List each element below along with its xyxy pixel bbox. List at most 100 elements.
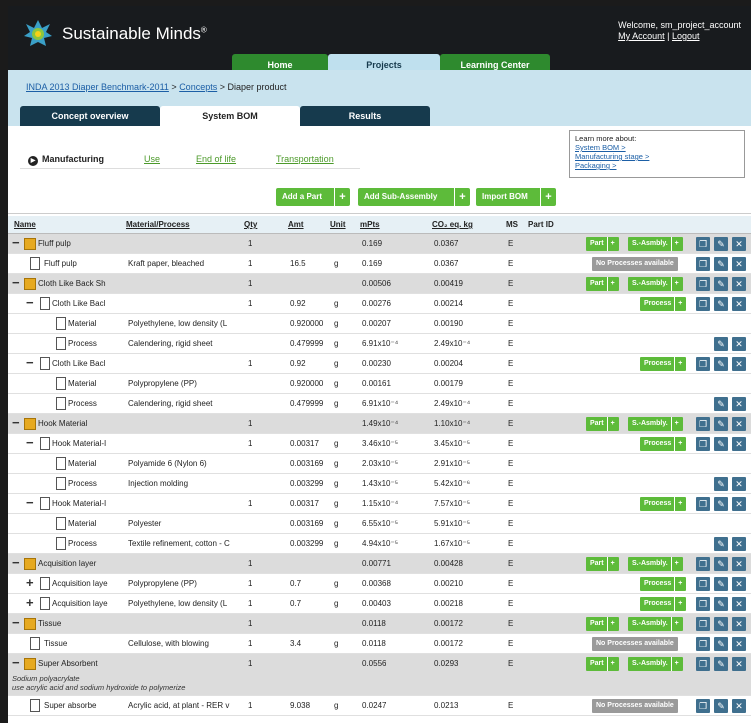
collapse-icon[interactable]: − <box>26 355 34 370</box>
copy-icon[interactable]: ❐ <box>696 557 710 571</box>
table-row[interactable]: Process Injection molding 0.003299 g 1.43x10… <box>8 474 751 494</box>
table-row[interactable]: − Cloth Like Back Sh 1 0.00506 0.00419 E Part +… <box>8 274 751 294</box>
table-row[interactable]: − Tissue 1 0.0118 0.00172 E Part + S.-Asmbly. + ❐ ✎… <box>8 614 751 634</box>
table-row[interactable]: Material Polyester 0.003169 g 6.55x10⁻⁵ 5.91x… <box>8 514 751 534</box>
copy-icon[interactable]: ❐ <box>696 597 710 611</box>
logout-link[interactable]: Logout <box>672 31 700 41</box>
table-row[interactable]: Process Calendering, rigid sheet 0.479999 g… <box>8 334 751 354</box>
delete-icon[interactable]: ✕ <box>732 417 746 431</box>
add-process-button[interactable]: Process + <box>640 597 687 611</box>
delete-icon[interactable]: ✕ <box>732 477 746 491</box>
edit-icon[interactable]: ✎ <box>714 577 728 591</box>
delete-icon[interactable]: ✕ <box>732 537 746 551</box>
copy-icon[interactable]: ❐ <box>696 617 710 631</box>
delete-icon[interactable]: ✕ <box>732 397 746 411</box>
table-row[interactable]: Material Polypropylene (PP) 0.920000 g 0.001… <box>8 374 751 394</box>
table-row[interactable]: − Hook Material-I 1 0.00317 g 3.46x10⁻⁵ 3.45x1… <box>8 434 751 454</box>
add-sub-assembly-row-button[interactable]: S.-Asmbly. + <box>628 557 683 571</box>
delete-icon[interactable]: ✕ <box>732 699 746 713</box>
add-part-row-button[interactable]: Part + <box>586 277 619 291</box>
delete-icon[interactable]: ✕ <box>732 597 746 611</box>
tab-concept-overview[interactable]: Concept overview <box>20 106 160 126</box>
add-sub-assembly-row-button[interactable]: S.-Asmbly. + <box>628 417 683 431</box>
add-sub-assembly-row-button[interactable]: S.-Asmbly. + <box>628 617 683 631</box>
edit-icon[interactable]: ✎ <box>714 337 728 351</box>
add-part-button[interactable]: Add a Part + <box>276 188 350 206</box>
add-part-row-button[interactable]: Part + <box>586 657 619 671</box>
add-sub-assembly-row-button[interactable]: S.-Asmbly. + <box>628 657 683 671</box>
collapse-icon[interactable]: − <box>26 435 34 450</box>
table-row[interactable]: Fluff pulp Kraft paper, bleached 1 16.5 g 0.1… <box>8 254 751 274</box>
expand-icon[interactable]: + <box>26 595 34 610</box>
delete-icon[interactable]: ✕ <box>732 617 746 631</box>
add-part-row-button[interactable]: Part + <box>586 417 619 431</box>
delete-icon[interactable]: ✕ <box>732 277 746 291</box>
table-row[interactable]: − Acquisition layer 1 0.00771 0.00428 E Part + S… <box>8 554 751 574</box>
edit-icon[interactable]: ✎ <box>714 637 728 651</box>
edit-icon[interactable]: ✎ <box>714 537 728 551</box>
col-co2[interactable]: CO₂ eq. kg <box>432 220 473 229</box>
add-process-button[interactable]: Process + <box>640 437 687 451</box>
col-name[interactable]: Name <box>14 220 36 229</box>
learn-manufacturing-link[interactable]: Manufacturing stage > <box>575 152 739 161</box>
table-row[interactable]: Tissue Cellulose, with blowing 1 3.4 g 0.0118… <box>8 634 751 654</box>
collapse-icon[interactable]: − <box>26 495 34 510</box>
collapse-icon[interactable]: − <box>12 275 20 290</box>
collapse-icon[interactable]: − <box>12 615 20 630</box>
add-part-row-button[interactable]: Part + <box>586 557 619 571</box>
col-material[interactable]: Material/Process <box>126 220 190 229</box>
add-part-row-button[interactable]: Part + <box>586 617 619 631</box>
edit-icon[interactable]: ✎ <box>714 597 728 611</box>
add-part-row-button[interactable]: Part + <box>586 237 619 251</box>
edit-icon[interactable]: ✎ <box>714 277 728 291</box>
add-process-button[interactable]: Process + <box>640 357 687 371</box>
table-row[interactable]: − Cloth Like Bacl 1 0.92 g 0.00276 0.00214 E Pro… <box>8 294 751 314</box>
learn-system-bom-link[interactable]: System BOM > <box>575 143 739 152</box>
edit-icon[interactable]: ✎ <box>714 257 728 271</box>
edit-icon[interactable]: ✎ <box>714 417 728 431</box>
tab-system-bom[interactable]: System BOM <box>160 106 300 126</box>
table-row[interactable]: − Hook Material-I 1 0.00317 g 1.15x10⁻⁴ 7.57x1… <box>8 494 751 514</box>
edit-icon[interactable]: ✎ <box>714 617 728 631</box>
delete-icon[interactable]: ✕ <box>732 357 746 371</box>
table-row[interactable]: + Acquisition laye Polypropylene (PP) 1 0.7 g… <box>8 574 751 594</box>
stage-tab-manufacturing[interactable]: ▶ Manufacturing <box>28 154 104 166</box>
collapse-icon[interactable]: − <box>12 555 20 570</box>
add-sub-assembly-row-button[interactable]: S.-Asmbly. + <box>628 277 683 291</box>
breadcrumb-concepts-link[interactable]: Concepts <box>179 82 217 92</box>
table-row[interactable]: − Hook Material 1 1.49x10⁻⁴ 1.10x10⁻⁴ E Part + S… <box>8 414 751 434</box>
col-unit[interactable]: Unit <box>330 220 346 229</box>
delete-icon[interactable]: ✕ <box>732 297 746 311</box>
copy-icon[interactable]: ❐ <box>696 357 710 371</box>
add-process-button[interactable]: Process + <box>640 297 687 311</box>
add-sub-assembly-row-button[interactable]: S.-Asmbly. + <box>628 237 683 251</box>
edit-icon[interactable]: ✎ <box>714 297 728 311</box>
import-bom-button[interactable]: Import BOM + <box>476 188 556 206</box>
edit-icon[interactable]: ✎ <box>714 477 728 491</box>
delete-icon[interactable]: ✕ <box>732 257 746 271</box>
copy-icon[interactable]: ❐ <box>696 257 710 271</box>
add-process-button[interactable]: Process + <box>640 577 687 591</box>
breadcrumb-project-link[interactable]: INDA 2013 Diaper Benchmark-2011 <box>26 82 169 92</box>
delete-icon[interactable]: ✕ <box>732 237 746 251</box>
table-row[interactable]: Material Polyethylene, low density (L 0.92… <box>8 314 751 334</box>
learn-packaging-link[interactable]: Packaging > <box>575 161 739 170</box>
collapse-icon[interactable]: − <box>26 295 34 310</box>
stage-tab-transportation[interactable]: Transportation <box>276 154 334 164</box>
copy-icon[interactable]: ❐ <box>696 437 710 451</box>
table-row[interactable]: Super absorbe Acrylic acid, at plant - RE… <box>8 696 751 716</box>
table-row[interactable]: − Cloth Like Bacl 1 0.92 g 0.00230 0.00204 E Pro… <box>8 354 751 374</box>
copy-icon[interactable]: ❐ <box>696 237 710 251</box>
delete-icon[interactable]: ✕ <box>732 337 746 351</box>
copy-icon[interactable]: ❐ <box>696 497 710 511</box>
stage-tab-end-of-life[interactable]: End of life <box>196 154 236 164</box>
edit-icon[interactable]: ✎ <box>714 699 728 713</box>
collapse-icon[interactable]: − <box>12 655 20 670</box>
my-account-link[interactable]: My Account <box>618 31 665 41</box>
copy-icon[interactable]: ❐ <box>696 637 710 651</box>
delete-icon[interactable]: ✕ <box>732 557 746 571</box>
copy-icon[interactable]: ❐ <box>696 699 710 713</box>
add-sub-assembly-button[interactable]: Add Sub-Assembly + <box>358 188 470 206</box>
table-row[interactable]: Process Calendering, rigid sheet 0.479999 g… <box>8 394 751 414</box>
copy-icon[interactable]: ❐ <box>696 297 710 311</box>
